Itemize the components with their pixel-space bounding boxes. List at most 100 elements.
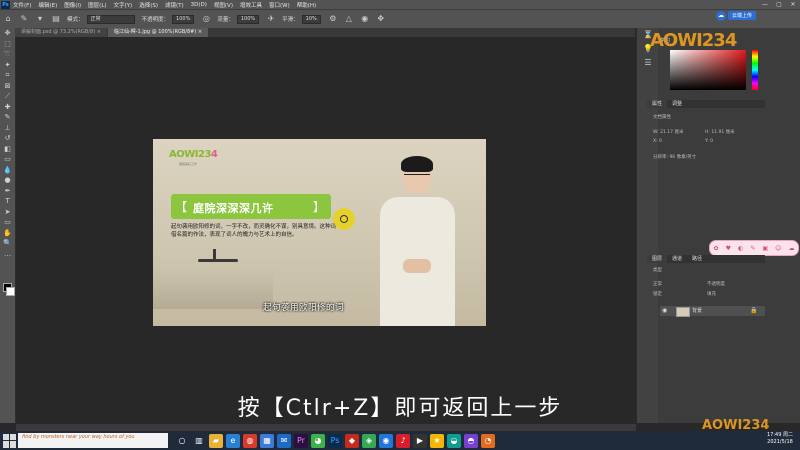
tab-paths[interactable]: 路径	[687, 255, 707, 263]
tab-adjustments[interactable]: 调整	[667, 100, 687, 108]
symmetry-icon[interactable]: ✥	[376, 14, 386, 24]
home-icon[interactable]: ⌂	[3, 14, 13, 24]
close-button[interactable]: ✕	[786, 0, 800, 9]
marquee-tool-icon[interactable]: ⬚	[0, 39, 15, 50]
helper-icon-7[interactable]: ☁	[788, 245, 794, 252]
width-value[interactable]: W: 21.17 厘米	[653, 129, 683, 135]
menu-filter[interactable]: 滤镜(T)	[165, 1, 184, 9]
history-brush-icon[interactable]: ↺	[0, 133, 15, 144]
menu-layer[interactable]: 图层(L)	[88, 1, 106, 9]
tab-layers[interactable]: 图层	[647, 255, 668, 263]
helper-icon-4[interactable]: ✎	[750, 245, 755, 252]
brush-tool-icon[interactable]: ✎	[0, 112, 15, 123]
premiere-icon[interactable]: Pr	[294, 433, 308, 448]
menu-plugins[interactable]: 增效工具	[240, 1, 262, 9]
layer-name[interactable]: 背景	[692, 307, 702, 315]
layer-kind-filter[interactable]: 类型	[653, 267, 662, 273]
menu-help[interactable]: 帮助(H)	[297, 1, 316, 9]
eyedropper-icon[interactable]: ⟋	[0, 91, 15, 102]
dodge-icon[interactable]: ●	[0, 175, 15, 186]
opacity-input[interactable]: 100%	[172, 14, 195, 24]
menu-edit[interactable]: 编辑(E)	[38, 1, 57, 9]
brush-tool-icon[interactable]: ✎	[19, 14, 29, 24]
color-picker-field[interactable]	[670, 50, 746, 90]
angle-icon[interactable]: △	[344, 14, 354, 24]
flow-input[interactable]: 100%	[236, 14, 260, 24]
app-icon-orange[interactable]: ◔	[481, 433, 495, 448]
helper-icon-5[interactable]: ▣	[762, 245, 768, 252]
menu-3d[interactable]: 3D(D)	[191, 2, 207, 8]
app-icon-dark[interactable]: ▶	[413, 433, 427, 448]
menu-select[interactable]: 选择(S)	[139, 1, 158, 9]
store-icon[interactable]: ▦	[260, 433, 274, 448]
app-icon-teal[interactable]: ◒	[447, 433, 461, 448]
menu-image[interactable]: 图像(I)	[64, 1, 81, 9]
tab-properties[interactable]: 属性	[647, 100, 668, 108]
tab-active-jpg[interactable]: 临江仙-釋-1.jpg @ 100%(RGB/8#) ×	[107, 28, 209, 37]
path-select-icon[interactable]: ➤	[0, 207, 15, 218]
menu-view[interactable]: 视图(V)	[214, 1, 233, 9]
clone-stamp-icon[interactable]: ⊥	[0, 123, 15, 134]
airbrush-icon[interactable]: ✈	[266, 14, 276, 24]
hue-slider[interactable]	[752, 50, 758, 90]
edge-icon[interactable]: e	[226, 433, 240, 448]
brush-settings-icon[interactable]: ▤	[51, 14, 61, 24]
blur-icon[interactable]: 💧	[0, 165, 15, 176]
library-panel-icon[interactable]: ☰	[637, 56, 659, 70]
x-value[interactable]: X: 0	[653, 139, 662, 144]
pressure-opacity-icon[interactable]: ◎	[201, 14, 211, 24]
smooth-settings-icon[interactable]: ⚙	[328, 14, 338, 24]
eraser-icon[interactable]: ◧	[0, 144, 15, 155]
app-icon-yellow[interactable]: ★	[430, 433, 444, 448]
task-view-icon[interactable]: ▥	[192, 433, 206, 448]
visibility-eye-icon[interactable]: ◉	[662, 307, 667, 314]
background-color-swatch[interactable]	[6, 287, 15, 296]
document-image[interactable]: AOWI234 拥抱美好工作 【 庭院深深深几许 】 起句袭用欧阳修的词，一字不…	[153, 139, 486, 326]
zoom-tool-icon[interactable]: 🔍	[0, 238, 15, 249]
blend-mode-select[interactable]: 正常	[653, 281, 662, 287]
gradient-icon[interactable]: ▭	[0, 154, 15, 165]
mode-select[interactable]: 正常	[86, 14, 135, 24]
hand-tool-icon[interactable]: ✋	[0, 228, 15, 239]
cloud-upload[interactable]: ☁ 云端上传	[715, 10, 756, 21]
helper-icon-1[interactable]: ✿	[714, 245, 719, 252]
menu-type[interactable]: 文字(Y)	[114, 1, 133, 9]
netease-music-icon[interactable]: ♪	[396, 433, 410, 448]
tab-channels[interactable]: 通道	[667, 255, 687, 263]
app-icon-green[interactable]: ◈	[362, 433, 376, 448]
app-icon-purple[interactable]: ◓	[464, 433, 478, 448]
tab-cover-psd[interactable]: 讲解封面.psd @ 73.2%(RGB/8) ×	[15, 28, 107, 37]
brush-size-dropdown[interactable]: ▾	[35, 14, 45, 24]
maximize-button[interactable]: ▢	[772, 0, 786, 9]
lasso-tool-icon[interactable]: ➰	[0, 49, 15, 60]
layer-opacity-label[interactable]: 不透明度	[707, 281, 725, 287]
pressure-size-icon[interactable]: ◉	[360, 14, 370, 24]
pen-tool-icon[interactable]: ✒	[0, 186, 15, 197]
fill-label[interactable]: 填充	[707, 291, 716, 297]
chrome-icon[interactable]: ◍	[243, 433, 257, 448]
crop-tool-icon[interactable]: ⌗	[0, 70, 15, 81]
app-icon-blue[interactable]: ◉	[379, 433, 393, 448]
helper-icon-3[interactable]: ◐	[738, 245, 743, 252]
mail-icon[interactable]: ✉	[277, 433, 291, 448]
photoshop-taskbar-icon[interactable]: Ps	[328, 433, 342, 448]
menu-window[interactable]: 窗口(W)	[269, 1, 290, 9]
more-tools-icon[interactable]: …	[0, 249, 15, 260]
height-value[interactable]: H: 11.91 厘米	[705, 129, 735, 135]
minimize-button[interactable]: —	[758, 0, 772, 9]
move-tool-icon[interactable]: ✥	[0, 28, 15, 39]
explorer-icon[interactable]: ▰	[209, 433, 223, 448]
menu-file[interactable]: 文件(F)	[13, 1, 31, 9]
smooth-input[interactable]: 10%	[301, 14, 321, 24]
app-icon-red[interactable]: ◆	[345, 433, 359, 448]
cortana-icon[interactable]: ○	[175, 433, 189, 448]
rectangle-tool-icon[interactable]: ▭	[0, 217, 15, 228]
helper-icon-2[interactable]: ♥	[726, 245, 731, 252]
healing-brush-icon[interactable]: ✚	[0, 102, 15, 113]
type-tool-icon[interactable]: T	[0, 196, 15, 207]
quick-select-icon[interactable]: ✦	[0, 60, 15, 71]
y-value[interactable]: Y: 0	[705, 139, 713, 144]
helper-icon-6[interactable]: ☺	[775, 245, 781, 252]
taskbar-clock[interactable]: 17:49 周二 2021/5/18	[760, 432, 800, 446]
frame-tool-icon[interactable]: ⊠	[0, 81, 15, 92]
